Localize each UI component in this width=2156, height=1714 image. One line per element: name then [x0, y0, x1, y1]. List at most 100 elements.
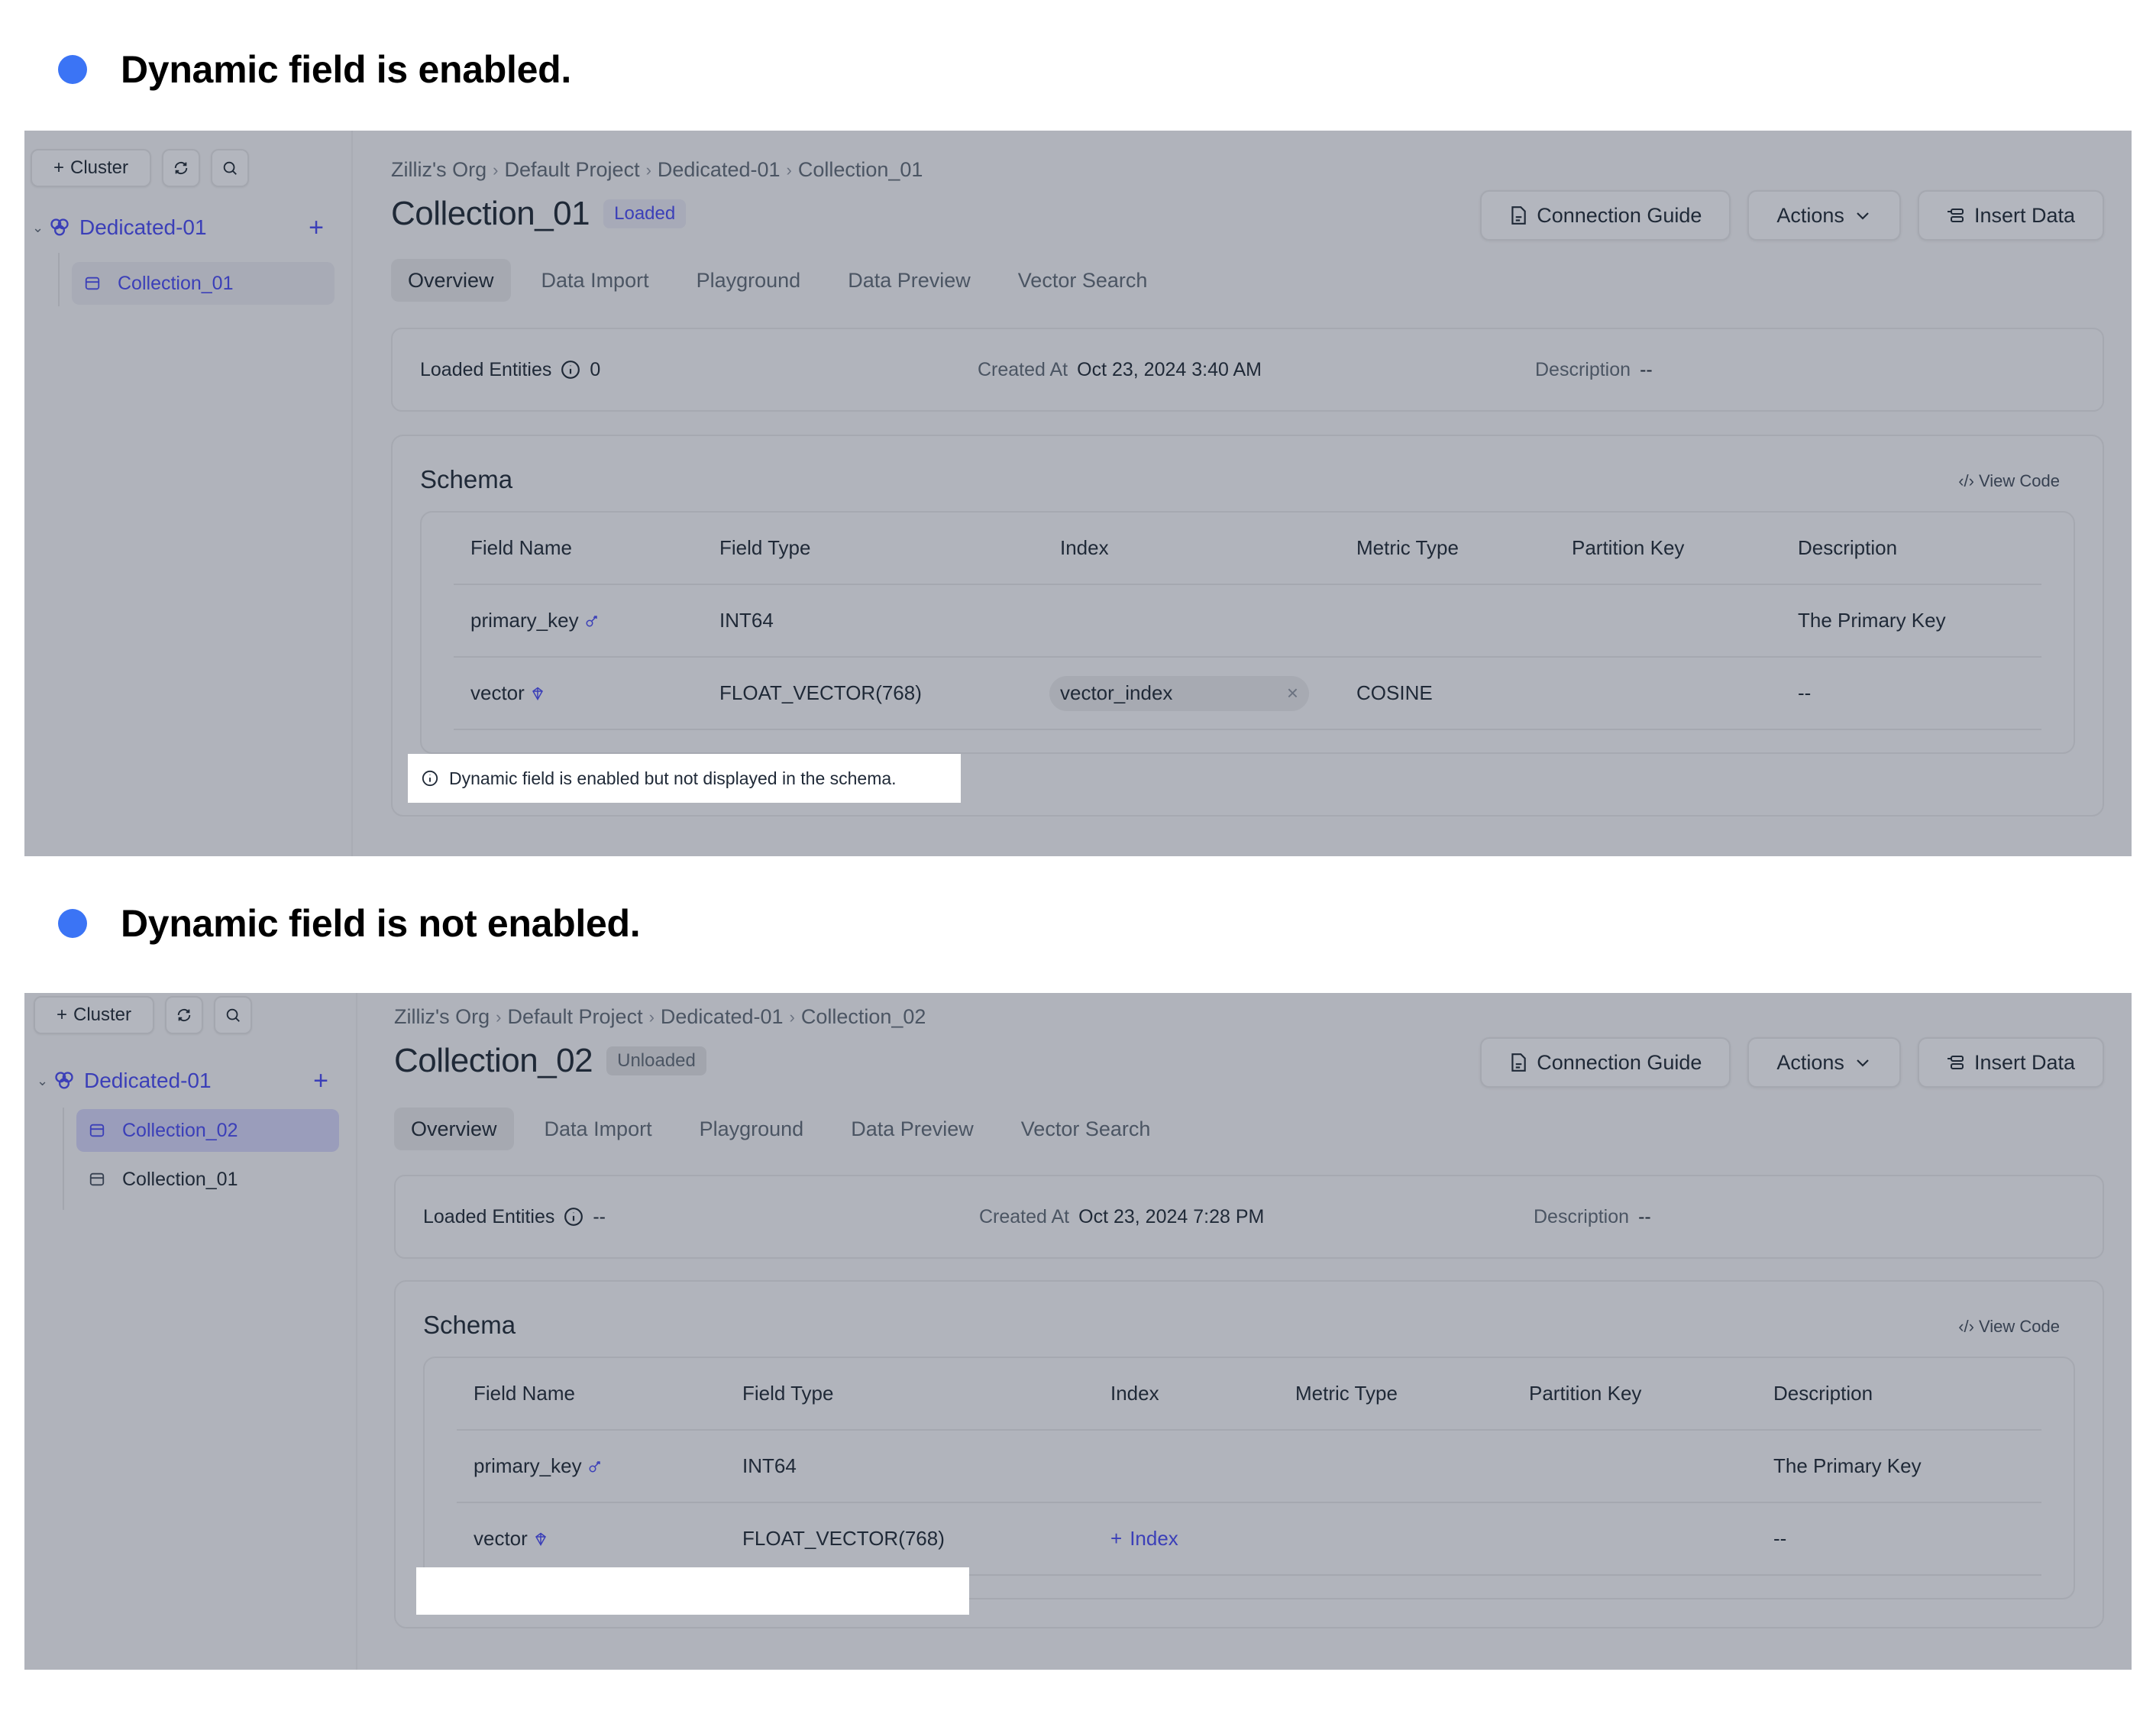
column-header: Field Type	[742, 1382, 834, 1405]
tab-data-preview[interactable]: Data Preview	[831, 259, 987, 302]
add-collection-icon[interactable]: +	[301, 213, 331, 243]
field-type: FLOAT_VECTOR(768)	[719, 681, 922, 704]
chevron-right-icon: ›	[648, 1007, 655, 1027]
search-icon	[223, 161, 237, 175]
connection-guide-button[interactable]: Connection Guide	[1480, 190, 1731, 241]
breadcrumb-cluster[interactable]: Dedicated-01	[658, 158, 781, 182]
field-description: The Primary Key	[1798, 609, 1946, 632]
loaded-entities-value: 0	[590, 358, 601, 380]
close-icon[interactable]: ×	[1287, 681, 1298, 705]
breadcrumb-collection: Collection_01	[797, 158, 923, 181]
section-heading-dynamic-not-enabled: Dynamic field is not enabled.	[58, 901, 641, 946]
add-cluster-button[interactable]: + Cluster	[34, 996, 154, 1034]
refresh-button[interactable]	[162, 149, 200, 187]
field-type: INT64	[719, 609, 774, 632]
tab-overview[interactable]: Overview	[391, 259, 511, 302]
tab-vector-search[interactable]: Vector Search	[1004, 1108, 1168, 1150]
add-cluster-button[interactable]: + Cluster	[31, 149, 151, 187]
status-badge: Unloaded	[606, 1046, 706, 1075]
page-title: Collection_01	[391, 195, 590, 232]
status-badge: Loaded	[603, 199, 687, 228]
add-index-button[interactable]: + Index	[1110, 1503, 1178, 1574]
insert-data-button[interactable]: Insert Data	[1917, 190, 2104, 241]
view-code-link[interactable]: ‹/› View Code	[1958, 471, 2060, 491]
key-icon	[586, 615, 597, 626]
tree-guide-line	[58, 253, 60, 306]
breadcrumb-org[interactable]: Zilliz's Org	[394, 1005, 490, 1029]
code-icon: ‹/›	[1958, 1317, 1974, 1336]
chevron-down-icon[interactable]: ⌄	[32, 220, 46, 236]
connection-guide-button[interactable]: Connection Guide	[1480, 1037, 1731, 1088]
tree-cluster-dedicated-01[interactable]: ⌄ Dedicated-01 +	[32, 210, 338, 245]
search-button[interactable]	[214, 996, 252, 1034]
created-at-value: Oct 23, 2024 7:28 PM	[1078, 1205, 1265, 1227]
created-at-label: Created At	[978, 358, 1068, 380]
key-icon	[589, 1460, 600, 1472]
add-index-label: Index	[1130, 1527, 1178, 1550]
column-header: Metric Type	[1356, 536, 1459, 559]
info-icon[interactable]	[561, 360, 580, 380]
refresh-button[interactable]	[165, 996, 203, 1034]
field-name-cell: vector	[470, 658, 545, 729]
description-label: Description	[1535, 358, 1631, 380]
field-name: vector	[470, 681, 525, 704]
sidebar-toolbar: + Cluster	[34, 996, 252, 1034]
description-label: Description	[1534, 1205, 1630, 1227]
breadcrumb-cluster[interactable]: Dedicated-01	[661, 1005, 784, 1029]
tree-cluster-dedicated-01[interactable]: ⌄ Dedicated-01 +	[37, 1063, 342, 1098]
sidebar-item-collection-01[interactable]: Collection_01	[76, 1158, 339, 1201]
breadcrumb-org[interactable]: Zilliz's Org	[391, 158, 486, 182]
actions-dropdown[interactable]: Actions	[1747, 190, 1901, 241]
table-row: vector FLOAT_VECTOR(768) vector_index × …	[454, 658, 2041, 730]
table-row: primary_key INT64 The Primary Key	[454, 585, 2041, 658]
collection-icon	[89, 1172, 105, 1186]
search-button[interactable]	[211, 149, 249, 187]
breadcrumb: Zilliz's Org › Default Project › Dedicat…	[394, 1005, 926, 1029]
table-row: vector FLOAT_VECTOR(768) + Index --	[457, 1503, 2041, 1576]
view-code-label: View Code	[1979, 1317, 2060, 1336]
tab-data-preview[interactable]: Data Preview	[834, 1108, 991, 1150]
column-header: Field Name	[470, 536, 572, 559]
info-icon[interactable]	[564, 1207, 583, 1227]
schema-table: Field Name Field Type Index Metric Type …	[423, 1357, 2075, 1599]
insert-data-label: Insert Data	[1973, 1050, 2075, 1074]
column-header: Metric Type	[1295, 1382, 1398, 1405]
description: Description --	[1535, 329, 1653, 410]
index-name: vector_index	[1060, 681, 1173, 704]
chevron-down-icon[interactable]: ⌄	[37, 1073, 50, 1089]
title-row: Collection_02 Unloaded	[394, 1042, 706, 1080]
index-chip[interactable]: vector_index ×	[1049, 675, 1309, 711]
tab-data-import[interactable]: Data Import	[528, 1108, 669, 1150]
chevron-right-icon: ›	[645, 160, 651, 179]
breadcrumb-project[interactable]: Default Project	[504, 158, 639, 182]
view-code-link[interactable]: ‹/› View Code	[1958, 1317, 2060, 1337]
insert-data-button[interactable]: Insert Data	[1917, 1037, 2104, 1088]
collection-icon	[85, 277, 100, 290]
chevron-right-icon: ›	[493, 160, 499, 179]
column-header: Description	[1773, 1382, 1873, 1405]
actions-dropdown[interactable]: Actions	[1747, 1037, 1901, 1088]
breadcrumb-project[interactable]: Default Project	[507, 1005, 642, 1029]
tree-cluster-label: Dedicated-01	[84, 1069, 212, 1092]
loaded-entities-value: --	[593, 1205, 606, 1227]
tab-playground[interactable]: Playground	[683, 1108, 821, 1150]
actions-label: Actions	[1776, 203, 1844, 227]
tab-playground[interactable]: Playground	[680, 259, 818, 302]
table-row: primary_key INT64 The Primary Key	[457, 1431, 2041, 1503]
table-header: Field Name Field Type Index Metric Type …	[454, 513, 2041, 585]
cluster-icon	[55, 1072, 73, 1089]
info-card: Loaded Entities 0 Created At Oct 23, 202…	[391, 328, 2104, 412]
screenshot-panel-not-enabled: + Cluster ⌄ Dedicated-01 + Collection_02…	[24, 993, 2132, 1670]
tab-vector-search[interactable]: Vector Search	[1001, 259, 1165, 302]
field-name: primary_key	[474, 1454, 582, 1477]
tab-overview[interactable]: Overview	[394, 1108, 514, 1150]
add-collection-icon[interactable]: +	[305, 1066, 336, 1096]
field-name-cell: primary_key	[474, 1431, 602, 1502]
table-header: Field Name Field Type Index Metric Type …	[457, 1358, 2041, 1431]
tab-data-import[interactable]: Data Import	[525, 259, 666, 302]
sidebar-item-label: Collection_02	[122, 1119, 238, 1141]
sidebar-item-collection-01[interactable]: Collection_01	[72, 262, 335, 305]
sidebar-toolbar: + Cluster	[31, 149, 249, 187]
chevron-right-icon: ›	[789, 1007, 795, 1027]
sidebar-item-collection-02[interactable]: Collection_02	[76, 1109, 339, 1152]
